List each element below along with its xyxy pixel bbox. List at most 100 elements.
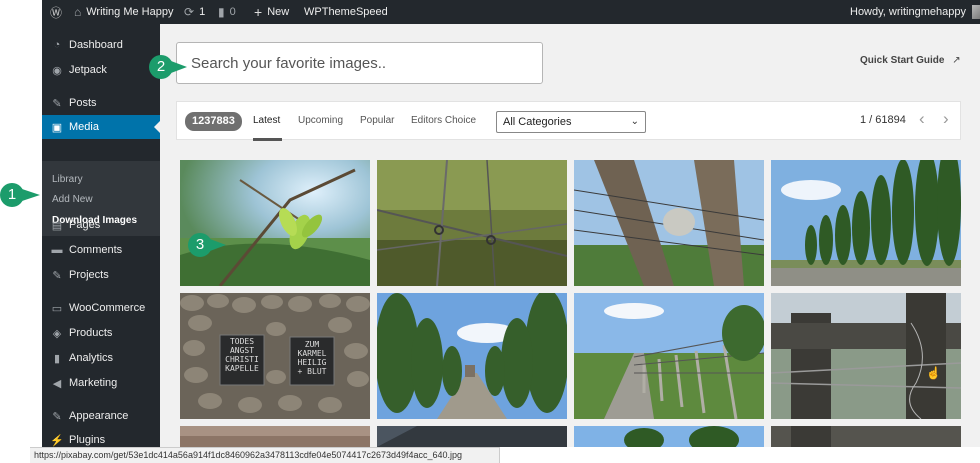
sidebar-item-label: Appearance: [69, 410, 129, 422]
image-thumbnail[interactable]: [574, 426, 764, 447]
prev-page-button[interactable]: ‹: [919, 109, 925, 129]
admin-bar: Ⓦ ⌂ Writing Me Happy ⟳ 1 ▮ 0 + New WPThe…: [42, 0, 980, 24]
sidebar-item-woocommerce[interactable]: ▭ WooCommerce: [42, 296, 160, 320]
plant-bud-photo: [180, 160, 370, 286]
pin-icon: ✎: [52, 97, 62, 110]
step-marker-3: 3: [188, 233, 212, 257]
products-icon: ◈: [52, 327, 62, 340]
new-content-link[interactable]: + New: [254, 0, 289, 24]
link-preview-status-bar: https://pixabay.com/get/53e1dc414a56a914…: [30, 447, 500, 463]
quick-start-guide-link[interactable]: Quick Start Guide ↗: [860, 55, 961, 66]
plaque-left: TODES ANGST CHRISTI KAPELLE: [220, 337, 264, 373]
sidebar-item-media[interactable]: ▣ Media: [42, 115, 160, 139]
plaque-line: HEILIG: [297, 358, 327, 367]
sidebar-item-jetpack[interactable]: ◉ Jetpack: [42, 58, 160, 82]
wordpress-logo-icon[interactable]: Ⓦ: [50, 0, 67, 24]
results-count-badge: 1237883: [185, 112, 242, 131]
partial-photo-2: [377, 426, 567, 447]
image-thumbnail[interactable]: [771, 160, 961, 286]
image-thumbnail[interactable]: [180, 160, 370, 286]
image-thumbnail[interactable]: [377, 293, 567, 419]
sidebar-item-label: Dashboard: [69, 39, 123, 51]
filter-bar: 1237883 Latest Upcoming Popular Editors …: [176, 101, 961, 141]
plaque-line: ANGST: [229, 346, 255, 355]
sidebar-item-appearance[interactable]: ✎ Appearance: [42, 404, 160, 428]
partial-photo-3: [574, 426, 764, 447]
stone-wall-plaques-photo: [180, 293, 370, 419]
category-value: All Categories: [503, 116, 572, 128]
comments-link[interactable]: ▮ 0: [218, 0, 236, 24]
plus-icon: +: [254, 4, 263, 20]
sidebar-item-pages[interactable]: ▤ Pages: [42, 213, 160, 237]
site-name: Writing Me Happy: [86, 6, 174, 18]
media-icon: ▣: [51, 121, 63, 134]
comments-icon: ▬: [51, 244, 63, 256]
image-thumbnail[interactable]: [377, 426, 567, 447]
pin-icon: ✎: [52, 269, 62, 282]
updates-count: 1: [199, 6, 206, 18]
submenu-library[interactable]: Library: [52, 174, 83, 185]
tab-editors-choice[interactable]: Editors Choice: [411, 115, 476, 126]
sidebar-item-analytics[interactable]: ▮ Analytics: [42, 346, 160, 370]
account-menu[interactable]: Howdy, writingmehappy: [850, 0, 980, 24]
category-select[interactable]: All Categories ⌄: [496, 111, 646, 133]
tab-upcoming[interactable]: Upcoming: [298, 115, 343, 126]
jetpack-icon: ◉: [52, 64, 62, 77]
wpthemespeed-link[interactable]: WPThemeSpeed: [304, 0, 388, 24]
tree-lined-road-photo: [377, 293, 567, 419]
sidebar-item-label: Posts: [69, 97, 97, 109]
admin-sidebar: ◔ Dashboard ◉ Jetpack ✎ Posts ▣ Media Li…: [42, 24, 160, 463]
image-thumbnail[interactable]: [771, 293, 961, 419]
sidebar-item-comments[interactable]: ▬ Comments: [42, 238, 160, 262]
image-thumbnail[interactable]: [377, 160, 567, 286]
hand-cursor-icon: ☝: [926, 366, 941, 380]
fence-post-lamp-photo: [574, 160, 764, 286]
plug-icon: ⚡: [50, 434, 64, 447]
sidebar-item-marketing[interactable]: ◀ Marketing: [42, 371, 160, 395]
new-label: New: [267, 6, 290, 18]
sidebar-item-posts[interactable]: ✎ Posts: [42, 91, 160, 115]
image-thumbnail[interactable]: [574, 160, 764, 286]
wooden-fence-wire-photo: [771, 293, 961, 419]
step-marker-2: 2: [149, 55, 173, 79]
plaque-right: ZUM KARMEL HEILIG + BLUT: [290, 340, 334, 376]
sidebar-item-label: Products: [69, 327, 113, 339]
sidebar-item-projects[interactable]: ✎ Projects: [42, 263, 160, 287]
quick-start-label: Quick Start Guide: [860, 55, 945, 66]
comments-count: 0: [229, 6, 236, 18]
sidebar-item-dashboard[interactable]: ◔ Dashboard: [42, 33, 160, 57]
pagination-label: 1 / 61894: [860, 114, 906, 126]
sidebar-item-label: Media: [69, 121, 99, 133]
sidebar-item-label: Marketing: [69, 377, 118, 389]
sidebar-item-label: Analytics: [69, 352, 114, 364]
marker-pointer: [210, 239, 226, 251]
dashboard-icon: ◔: [53, 39, 61, 51]
image-thumbnail[interactable]: [180, 293, 370, 419]
camp-fence-photo: [574, 293, 764, 419]
site-name-link[interactable]: ⌂ Writing Me Happy: [74, 0, 173, 24]
marker-number: 1: [7, 186, 17, 203]
tab-latest[interactable]: Latest: [253, 115, 280, 126]
woocommerce-icon: ▭: [51, 302, 63, 315]
partial-photo-4: [771, 426, 961, 447]
image-thumbnail[interactable]: [771, 426, 961, 447]
sidebar-item-label: Comments: [69, 244, 123, 256]
image-thumbnail[interactable]: [574, 293, 764, 419]
tab-popular[interactable]: Popular: [360, 115, 394, 126]
search-input[interactable]: [177, 43, 542, 83]
brush-icon: ✎: [52, 410, 62, 423]
image-thumbnail[interactable]: [180, 426, 370, 447]
chevron-down-icon: ⌄: [630, 116, 639, 127]
plaque-line: + BLUT: [297, 367, 327, 376]
submenu-add-new[interactable]: Add New: [52, 194, 93, 205]
updates-link[interactable]: ⟳ 1: [184, 0, 205, 24]
step-marker-1: 1: [0, 183, 24, 207]
sidebar-item-products[interactable]: ◈ Products: [42, 321, 160, 345]
marker-pointer: [22, 189, 40, 201]
next-page-button[interactable]: ›: [943, 109, 949, 129]
external-link-icon: ↗: [952, 55, 961, 66]
plaque-line: ZUM: [304, 340, 320, 349]
marker-number: 2: [156, 58, 166, 75]
image-search-box: [176, 42, 543, 84]
megaphone-icon: ◀: [52, 377, 62, 390]
